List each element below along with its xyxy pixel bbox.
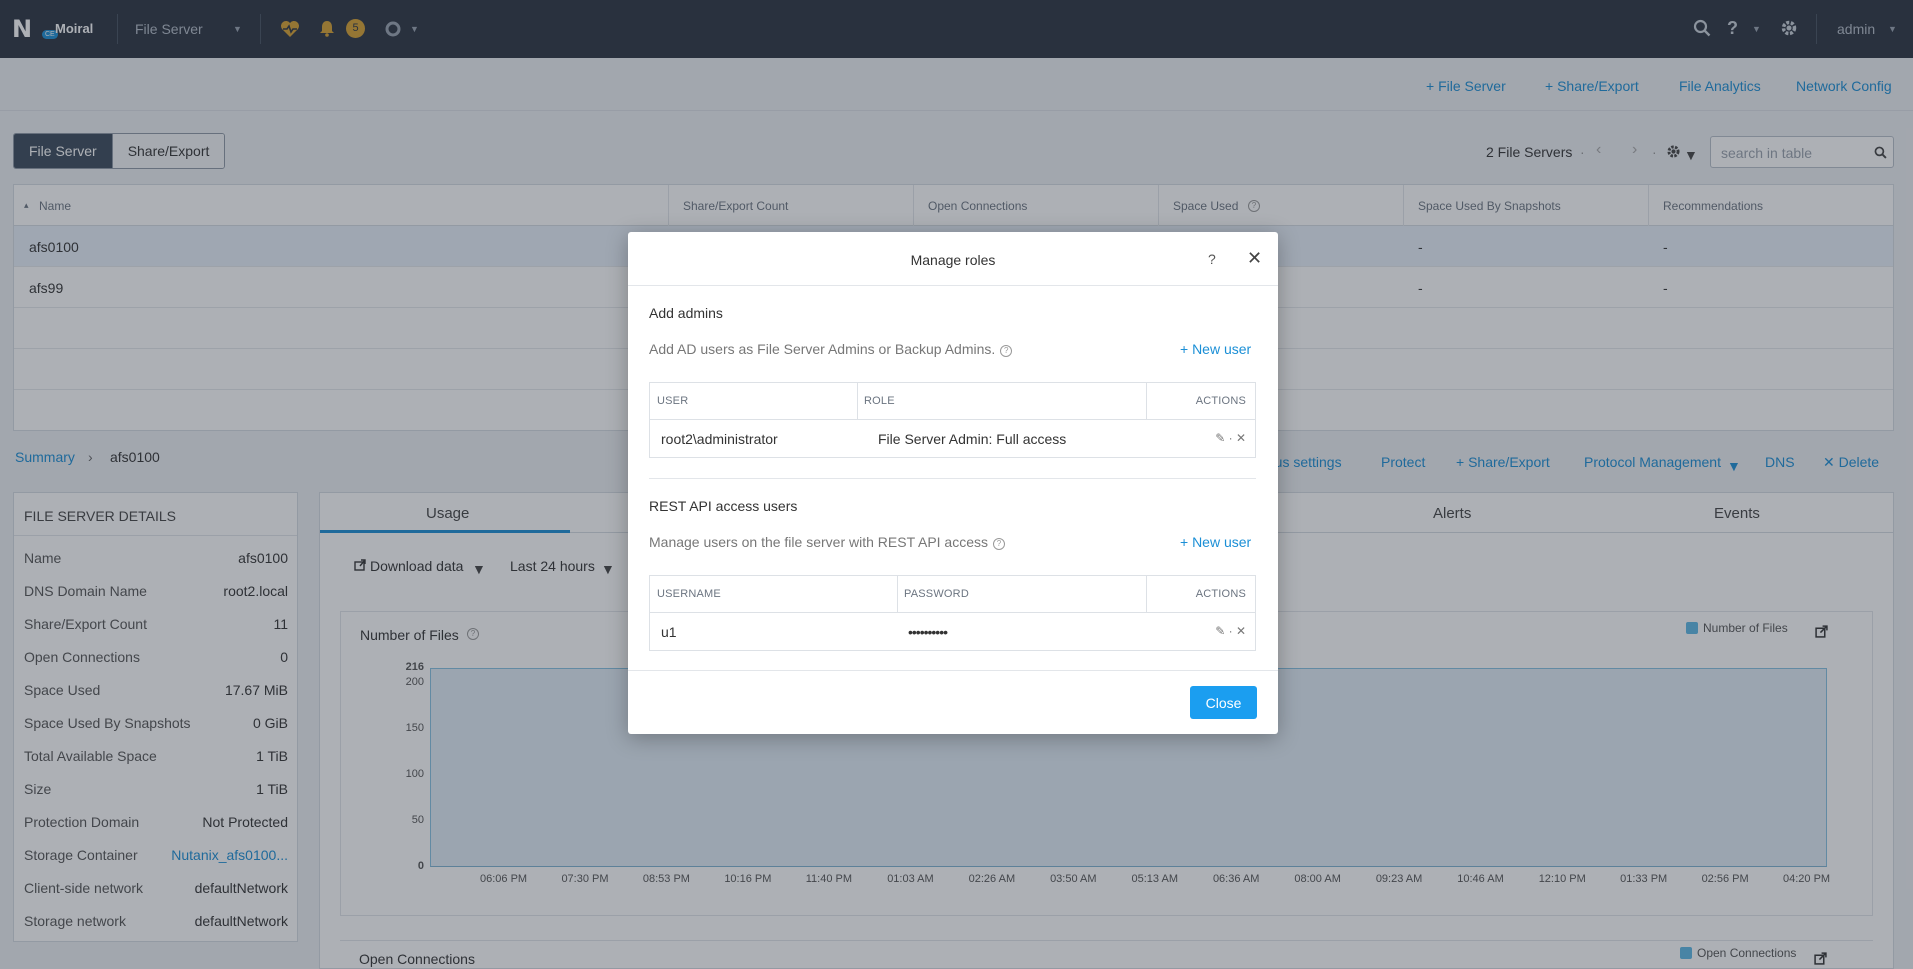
column-divider <box>1146 383 1147 420</box>
edit-delete-icons[interactable]: ✎ · ✕ <box>1215 624 1246 638</box>
column-divider <box>897 576 898 613</box>
close-button[interactable]: Close <box>1190 686 1257 719</box>
column-header-username: USERNAME <box>657 588 721 600</box>
rest-password: •••••••••• <box>908 624 948 640</box>
help-icon[interactable]: ? <box>1000 345 1013 357</box>
rest-api-users-table: USERNAME PASSWORD ACTIONS u1 •••••••••• … <box>649 575 1256 651</box>
column-header-user: USER <box>657 395 689 407</box>
column-header-actions: ACTIONS <box>1195 588 1246 600</box>
table-header: USER ROLE ACTIONS <box>650 383 1255 420</box>
help-icon[interactable]: ? <box>1208 251 1216 267</box>
admin-role: File Server Admin: Full access <box>878 431 1067 447</box>
column-header-password: PASSWORD <box>904 588 969 600</box>
edit-delete-icons[interactable]: ✎ · ✕ <box>1215 431 1246 445</box>
description-text: Add AD users as File Server Admins or Ba… <box>649 341 996 357</box>
add-rest-new-user-button[interactable]: + New user <box>1180 534 1251 550</box>
dialog-title: Manage roles <box>910 252 996 268</box>
column-header-actions: ACTIONS <box>1195 395 1246 407</box>
rest-api-users-description: Manage users on the file server with RES… <box>649 534 1006 550</box>
admin-user: root2\administrator <box>661 431 778 447</box>
admins-table: USER ROLE ACTIONS root2\administrator Fi… <box>649 382 1256 458</box>
description-text: Manage users on the file server with RES… <box>649 534 989 550</box>
rest-username: u1 <box>661 624 677 640</box>
add-admins-title: Add admins <box>649 305 723 321</box>
rest-api-users-title: REST API access users <box>649 498 798 514</box>
add-admin-new-user-button[interactable]: + New user <box>1180 341 1251 357</box>
column-divider <box>1146 576 1147 613</box>
add-admins-description: Add AD users as File Server Admins or Ba… <box>649 341 1013 357</box>
dialog-header: Manage roles ? ✕ <box>628 232 1278 286</box>
column-header-role: ROLE <box>864 395 895 407</box>
help-icon[interactable]: ? <box>993 538 1006 550</box>
close-icon[interactable]: ✕ <box>1247 248 1262 269</box>
dialog-footer-divider <box>628 670 1278 671</box>
column-divider <box>857 383 858 420</box>
manage-roles-dialog: Manage roles ? ✕ Add admins Add AD users… <box>628 232 1278 734</box>
divider <box>649 478 1256 479</box>
table-header: USERNAME PASSWORD ACTIONS <box>650 576 1255 613</box>
